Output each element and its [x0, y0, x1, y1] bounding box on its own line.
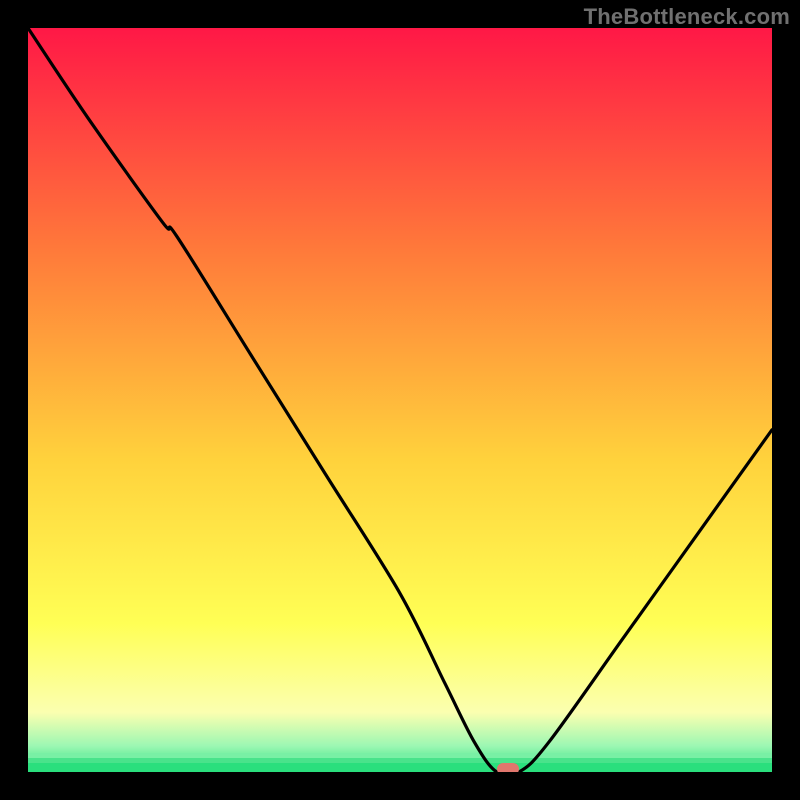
chart-frame: TheBottleneck.com	[0, 0, 800, 800]
watermark-text: TheBottleneck.com	[584, 4, 790, 30]
bottleneck-curve	[28, 28, 772, 772]
plot-area	[28, 28, 772, 772]
optimal-marker	[497, 763, 519, 772]
